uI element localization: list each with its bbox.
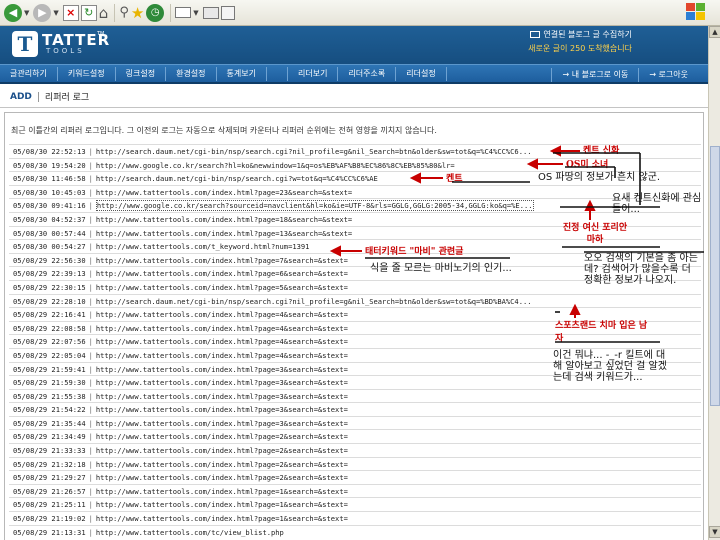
- annotation-arrows: [329, 145, 704, 343]
- page-scrollbar[interactable]: ▲ ▼: [708, 26, 720, 540]
- scroll-down-icon[interactable]: ▼: [709, 526, 720, 538]
- scrollbar-thumb[interactable]: [710, 146, 720, 406]
- scroll-up-icon[interactable]: ▲: [709, 26, 720, 38]
